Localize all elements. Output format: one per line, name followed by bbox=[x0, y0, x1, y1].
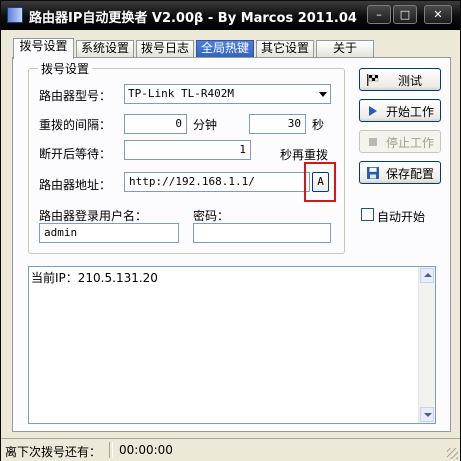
scroll-down-button[interactable] bbox=[420, 407, 434, 422]
test-button[interactable]: 测试 bbox=[359, 68, 441, 91]
stop-icon bbox=[369, 138, 377, 146]
username-label: 路由器登录用户名： bbox=[39, 209, 148, 223]
interval-minutes-field[interactable]: 0 bbox=[124, 114, 187, 134]
chevron-up-icon bbox=[424, 273, 432, 277]
vertical-scrollbar[interactable] bbox=[418, 267, 435, 423]
router-model-select[interactable]: TP-Link TL-R402M bbox=[124, 84, 331, 104]
interval-label: 重拨的间隔： bbox=[39, 118, 112, 132]
password-label: 密码： bbox=[193, 209, 230, 223]
countdown-label: 离下次拨号还有： bbox=[5, 445, 102, 459]
tab-dial-log[interactable]: 拨号日志 bbox=[136, 40, 194, 57]
tab-about[interactable]: 关于 bbox=[316, 40, 374, 57]
app-window: 路由器IP自动更换者 V2.00β - By Marcos 2011.04 – … bbox=[0, 0, 461, 461]
resize-grip-icon[interactable] bbox=[447, 448, 458, 459]
tab-system-settings[interactable]: 系统设置 bbox=[76, 40, 134, 57]
tab-dial-settings[interactable]: 拨号设置 bbox=[13, 38, 74, 59]
window-title: 路由器IP自动更换者 V2.00β - By Marcos 2011.04 bbox=[29, 11, 357, 26]
minutes-unit-label: 分钟 bbox=[193, 118, 218, 132]
play-icon bbox=[369, 106, 377, 116]
start-button-label: 开始工作 bbox=[385, 105, 434, 119]
title-bar[interactable]: 路由器IP自动更换者 V2.00β - By Marcos 2011.04 – … bbox=[1, 1, 460, 30]
router-model-value: TP-Link TL-R402M bbox=[128, 87, 234, 100]
wait-suffix-label: 秒再重拨 bbox=[280, 148, 329, 162]
status-bar: 离下次拨号还有： 00:00:00 bbox=[1, 438, 460, 461]
stop-button[interactable]: 停止工作 bbox=[359, 130, 441, 153]
seconds-unit-label: 秒 bbox=[312, 118, 325, 132]
wait-label: 断开后等待： bbox=[39, 147, 112, 161]
status-separator bbox=[109, 442, 113, 458]
save-button-label: 保存配置 bbox=[385, 167, 434, 181]
password-field[interactable] bbox=[193, 223, 331, 243]
app-icon bbox=[7, 7, 23, 23]
log-textarea[interactable]: 当前IP：210.5.131.20 bbox=[28, 266, 436, 424]
chevron-down-icon bbox=[424, 413, 432, 417]
wait-field[interactable]: 1 bbox=[124, 140, 251, 160]
close-button[interactable]: ✕ bbox=[424, 5, 452, 24]
autostart-checkbox[interactable] bbox=[361, 208, 374, 221]
tab-other-settings[interactable]: 其它设置 bbox=[256, 40, 314, 57]
start-button[interactable]: 开始工作 bbox=[359, 99, 441, 122]
scroll-up-button[interactable] bbox=[420, 268, 434, 283]
maximize-button[interactable]: □ bbox=[393, 5, 417, 24]
address-button[interactable]: A bbox=[312, 172, 329, 192]
autostart-label: 自动开始 bbox=[377, 210, 426, 224]
save-button[interactable]: 保存配置 bbox=[359, 161, 441, 184]
tab-global-hotkeys[interactable]: 全局热键 bbox=[196, 40, 254, 57]
group-title: 拨号设置 bbox=[38, 60, 93, 77]
test-button-label: 测试 bbox=[397, 74, 422, 88]
current-ip-text: 当前IP：210.5.131.20 bbox=[31, 271, 158, 285]
router-address-label: 路由器地址： bbox=[39, 178, 112, 192]
stop-button-label: 停止工作 bbox=[385, 136, 434, 150]
countdown-value: 00:00:00 bbox=[119, 443, 173, 457]
username-field[interactable]: admin bbox=[39, 223, 179, 243]
floppy-disk-icon bbox=[367, 167, 379, 179]
router-model-label: 路由器型号： bbox=[39, 89, 112, 103]
minimize-button[interactable]: – bbox=[367, 5, 391, 24]
router-address-field[interactable]: http://192.168.1.1/ bbox=[124, 172, 310, 192]
interval-seconds-field[interactable]: 30 bbox=[249, 114, 306, 134]
checkered-flag-icon bbox=[367, 74, 379, 86]
chevron-down-icon[interactable] bbox=[319, 92, 327, 97]
